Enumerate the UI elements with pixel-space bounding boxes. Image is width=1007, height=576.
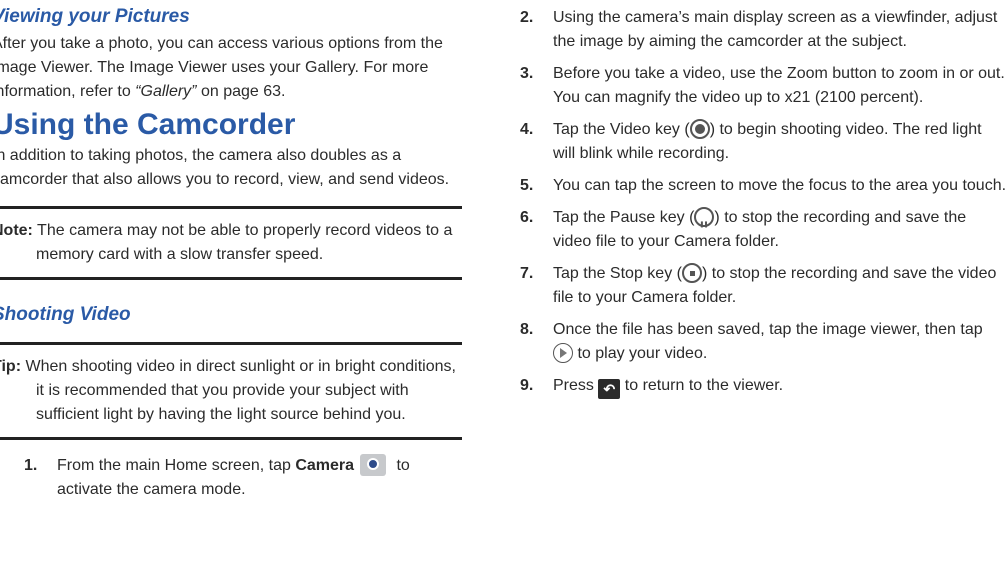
note-text: Note: The camera may not be able to prop… xyxy=(0,222,453,263)
step-5: 5. You can tap the screen to move the fo… xyxy=(520,177,1007,194)
section-title-shooting-video: Shooting Video xyxy=(0,304,131,325)
step-6: 6. Tap the Pause key () to stop the reco… xyxy=(520,206,1007,254)
step-9: 9. Press ↶ to return to the viewer. xyxy=(520,377,784,399)
video-key-icon xyxy=(689,119,710,139)
play-icon xyxy=(553,343,573,363)
camera-icon xyxy=(360,454,387,476)
step-1: 1. From the main Home screen, tap Camera… xyxy=(24,454,434,502)
note-box: Note: The camera may not be able to prop… xyxy=(0,206,462,280)
step-2: 2. Using the camera’s main display scree… xyxy=(520,9,998,50)
gallery-reference-link[interactable]: “Gallery” xyxy=(135,83,196,100)
stop-key-icon xyxy=(681,263,702,283)
back-icon: ↶ xyxy=(598,379,621,399)
tip-text: Tip: When shooting video in direct sunli… xyxy=(0,358,456,423)
right-column: 2. Using the camera’s main display scree… xyxy=(520,0,1007,399)
camcorder-intro-paragraph: In addition to taking photos, the camera… xyxy=(0,147,450,188)
steps-list-right: 2. Using the camera’s main display scree… xyxy=(520,6,1007,399)
pause-key-icon xyxy=(694,207,715,237)
step-8: 8. Once the file has been saved, tap the… xyxy=(520,321,983,363)
viewing-pictures-paragraph: After you take a photo, you can access v… xyxy=(0,35,443,100)
section-title-viewing-pictures: Viewing your Pictures xyxy=(0,6,190,27)
left-column: Viewing your Pictures After you take a p… xyxy=(0,0,472,502)
step-7: 7. Tap the Stop key () to stop the recor… xyxy=(520,263,997,306)
tip-box: Tip: When shooting video in direct sunli… xyxy=(0,342,462,440)
section-title-using-camcorder: Using the Camcorder xyxy=(0,108,296,141)
steps-list-left: 1. From the main Home screen, tap Camera… xyxy=(24,454,434,502)
step-4: 4. Tap the Video key () to begin shootin… xyxy=(520,119,982,162)
step-3: 3. Before you take a video, use the Zoom… xyxy=(520,65,1005,106)
